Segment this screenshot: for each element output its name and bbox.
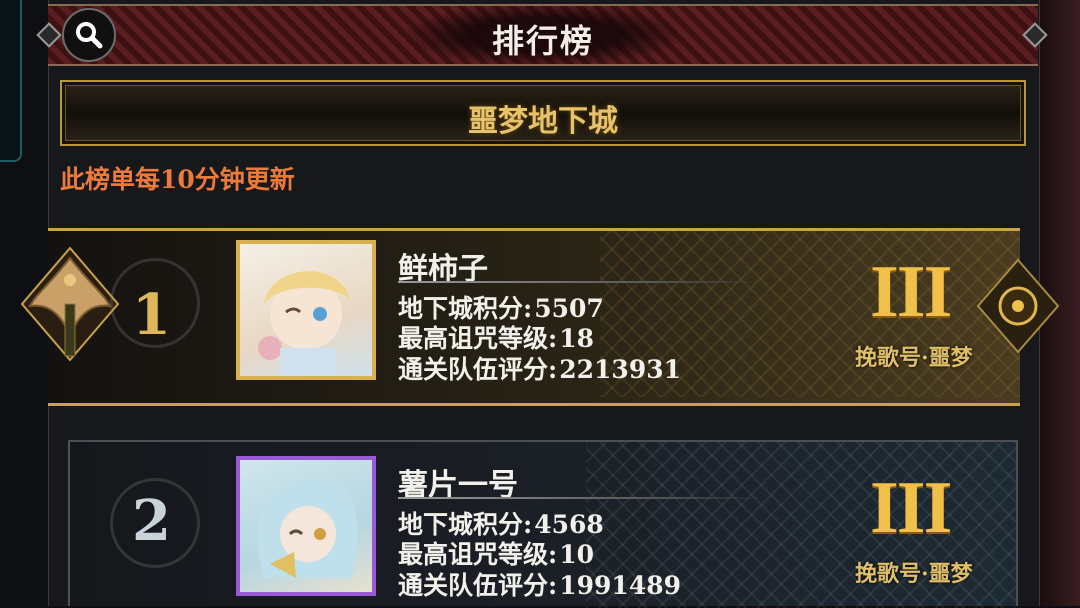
- page-title: 排行榜: [491, 22, 594, 60]
- category-banner[interactable]: 噩梦地下城: [60, 80, 1026, 146]
- stat-team-rating: 通关队伍评分:1991489: [398, 566, 681, 602]
- side-panel-edge: [0, 0, 22, 162]
- stat-value: 18: [559, 324, 595, 353]
- stat-team-rating: 通关队伍评分:2213931: [398, 350, 681, 386]
- stat-value: 10: [559, 540, 595, 569]
- tier-label: 挽歌号·噩梦: [855, 561, 973, 587]
- name-divider: [398, 497, 766, 499]
- stat-value: 2213931: [559, 355, 681, 384]
- player-avatar[interactable]: [236, 456, 376, 596]
- character-portrait-icon: [258, 271, 350, 376]
- stat-label: 最高诅咒等级:: [398, 540, 558, 569]
- update-notice: 此榜单每10分钟更新: [60, 165, 295, 194]
- rank-number: 1: [132, 282, 171, 348]
- search-icon: [76, 22, 103, 49]
- stat-label: 通关队伍评分:: [398, 355, 558, 384]
- tier-badge-icon: [976, 258, 1060, 354]
- tier-label: 挽歌号·噩梦: [855, 345, 973, 371]
- tier-numeral: III: [870, 467, 952, 549]
- character-portrait-icon: [257, 478, 358, 578]
- rank-number: 2: [132, 488, 171, 554]
- name-divider: [398, 281, 766, 283]
- stat-label: 最高诅咒等级:: [398, 324, 558, 353]
- tier-numeral: III: [870, 251, 952, 333]
- category-label: 噩梦地下城: [468, 104, 618, 139]
- player-avatar[interactable]: [236, 240, 376, 380]
- title-bar: 排行榜: [48, 4, 1038, 66]
- stat-value: 1991489: [559, 571, 681, 600]
- search-button[interactable]: [62, 8, 116, 62]
- stat-label: 通关队伍评分:: [398, 571, 558, 600]
